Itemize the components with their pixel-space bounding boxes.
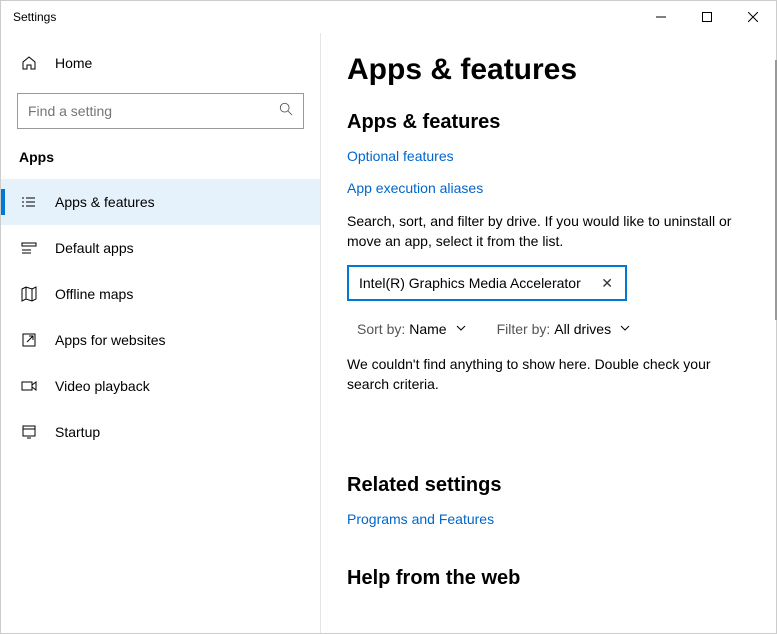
video-icon [19, 378, 39, 394]
window-controls [638, 1, 776, 33]
defaults-icon [19, 240, 39, 256]
app-execution-aliases-link[interactable]: App execution aliases [347, 180, 746, 196]
sidebar-item-offline-maps[interactable]: Offline maps [1, 271, 320, 317]
sidebar-item-video-playback[interactable]: Video playback [1, 363, 320, 409]
titlebar: Settings [1, 1, 776, 33]
sidebar-item-label: Apps & features [55, 194, 155, 210]
filter-label: Filter by: [497, 321, 551, 337]
description-text: Search, sort, and filter by drive. If yo… [347, 212, 746, 251]
scrollbar[interactable] [775, 60, 776, 320]
programs-features-link[interactable]: Programs and Features [347, 511, 746, 527]
main-content: Apps & features Apps & features Optional… [321, 33, 776, 633]
optional-features-link[interactable]: Optional features [347, 148, 746, 164]
search-box[interactable] [17, 93, 304, 129]
home-label: Home [55, 55, 92, 71]
sidebar-item-label: Startup [55, 424, 100, 440]
home-button[interactable]: Home [1, 43, 320, 83]
app-search-box[interactable]: ✕ [347, 265, 627, 301]
sidebar-item-label: Apps for websites [55, 332, 166, 348]
section-heading-apps: Apps & features [347, 111, 746, 134]
sort-label: Sort by: [357, 321, 405, 337]
sidebar-item-label: Default apps [55, 240, 134, 256]
clear-icon[interactable]: ✕ [597, 273, 617, 294]
related-settings-heading: Related settings [347, 474, 746, 497]
list-icon [19, 194, 39, 210]
section-label: Apps [1, 149, 320, 179]
maximize-button[interactable] [684, 1, 730, 33]
sidebar-item-startup[interactable]: Startup [1, 409, 320, 455]
help-heading: Help from the web [347, 567, 746, 590]
sidebar-item-label: Offline maps [55, 286, 133, 302]
minimize-button[interactable] [638, 1, 684, 33]
close-button[interactable] [730, 1, 776, 33]
filter-by-dropdown[interactable]: Filter by: All drives [497, 321, 631, 337]
sidebar: Home Apps Apps & features Default apps [1, 33, 321, 633]
search-input[interactable] [28, 103, 279, 119]
app-search-input[interactable] [359, 275, 597, 291]
sidebar-item-apps-features[interactable]: Apps & features [1, 179, 320, 225]
sidebar-item-default-apps[interactable]: Default apps [1, 225, 320, 271]
filter-value: All drives [554, 321, 611, 337]
window-title: Settings [13, 10, 638, 24]
search-icon [279, 102, 293, 121]
chevron-down-icon [619, 321, 631, 337]
startup-icon [19, 424, 39, 440]
sort-value: Name [409, 321, 446, 337]
sidebar-item-apps-websites[interactable]: Apps for websites [1, 317, 320, 363]
chevron-down-icon [455, 321, 467, 337]
map-icon [19, 286, 39, 302]
sort-filter-row: Sort by: Name Filter by: All drives [347, 321, 746, 337]
open-icon [19, 332, 39, 348]
page-title: Apps & features [347, 53, 746, 87]
sidebar-item-label: Video playback [55, 378, 150, 394]
no-results-text: We couldn't find anything to show here. … [347, 355, 746, 394]
sort-by-dropdown[interactable]: Sort by: Name [357, 321, 467, 337]
home-icon [19, 55, 39, 71]
